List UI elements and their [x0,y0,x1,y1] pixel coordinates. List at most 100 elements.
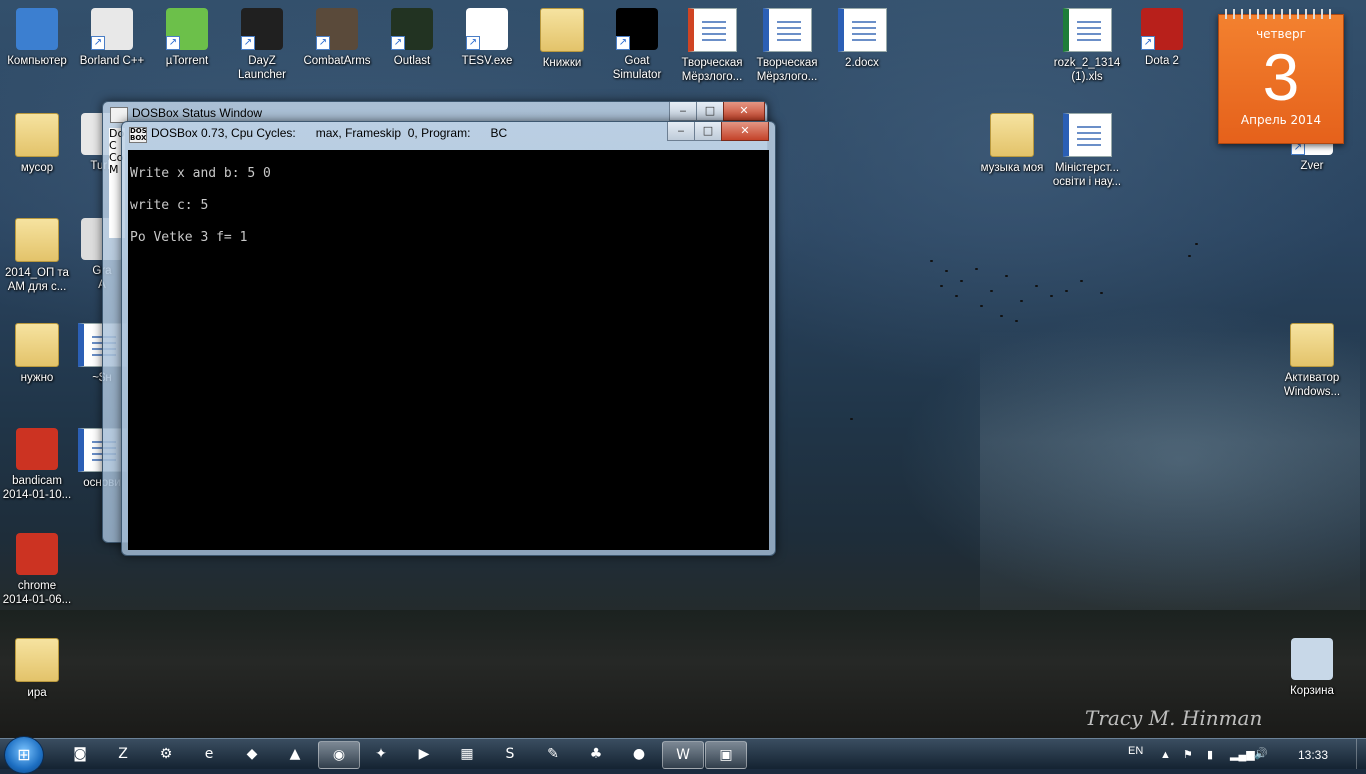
tb-avast-icon[interactable]: ▲ [275,741,315,767]
minimize-button[interactable]: ‒ [667,122,695,141]
taskbar: ⊞ ◙ Z ⚙ e ◆ ▲ ◉ ✦ ▶ ▦ S ✎ ♣ ● W ▣ EN ▲ ⚑ ▮ ▂▄▆ 🔊 13:33 [0,736,1366,774]
desktop-icon[interactable]: ↗ Borland C++ [75,8,149,68]
tb-game-icon[interactable]: ♣ [576,741,616,767]
word-doc-icon [837,8,887,52]
tb-filezilla-icon[interactable]: Z [103,741,143,767]
tb-steam-icon[interactable]: ⚙ [146,741,186,767]
dos-console[interactable]: Write x and b: 5 0 write c: 5 Po Vetke 3… [128,150,769,550]
desktop-icon[interactable]: ↗ TESV.exe [450,8,524,68]
console-line: Write x and b: 5 0 [130,166,271,181]
desktop-icon[interactable]: bandicam 2014-01-10... [0,428,74,502]
desktop-icon[interactable]: Корзина [1275,638,1349,698]
bird-silhouette [990,290,993,292]
desktop-icon-label: Творческая Мёрзлого... [756,57,818,83]
desktop-icon[interactable]: ↗ DayZ Launcher [225,8,299,82]
tb-tool-icon[interactable]: ✎ [533,741,573,767]
volume-icon[interactable]: 🔊 [1254,747,1268,760]
dosbox-icon: DOS BOX [129,127,147,143]
desktop-icon-label: CombatArms [303,55,371,67]
close-button[interactable]: ✕ [723,102,765,121]
safely-remove-icon[interactable]: ▮ [1207,748,1213,761]
bird-silhouette [1080,280,1083,282]
desktop-icon[interactable]: Міністерст... освіти і нау... [1050,113,1124,189]
desktop[interactable]: Tracy M. Hinman Компьютер ↗ Borland C++ ↗ µT… [0,0,1366,768]
video-icon [16,533,58,575]
bird-silhouette [930,260,933,262]
desktop-icon-label: bandicam 2014-01-10... [2,475,72,501]
action-center-icon[interactable]: ⚑ [1183,748,1193,761]
desktop-icon[interactable]: Творческая Мёрзлого... [750,8,824,84]
bird-silhouette [955,295,958,297]
bird-silhouette [1065,290,1068,292]
desktop-icon[interactable]: 2.docx [825,8,899,70]
tray-arrow-icon[interactable]: ▲ [1160,749,1171,761]
tb-app-icon[interactable]: ✦ [361,741,401,767]
desktop-icon[interactable]: мусор [0,113,74,175]
music-folder-icon [990,113,1034,157]
bird-silhouette [1188,255,1191,257]
desktop-icon[interactable]: Активатор Windows... [1275,323,1349,399]
tb-camera-icon[interactable]: ◙ [60,741,100,767]
desktop-icon-label: Borland C++ [79,55,145,67]
desktop-icon-label: музыка моя [980,162,1044,174]
calendar-gadget[interactable]: четверг 3 Апрель 2014 [1218,9,1344,144]
bird-silhouette [1035,285,1038,287]
desktop-icon-label: 2.docx [845,57,879,69]
desktop-icon-label: TESV.exe [461,55,513,67]
tb-record-icon[interactable]: ● [619,741,659,767]
tb-paint-icon[interactable]: ▦ [447,741,487,767]
start-button[interactable]: ⊞ [4,736,44,774]
tb-media-icon[interactable]: ▶ [404,741,444,767]
desktop-icon[interactable]: chrome 2014-01-06... [0,533,74,607]
desktop-icon[interactable]: ↗ CombatArms [300,8,374,68]
minimize-button[interactable]: ‒ [669,102,697,121]
desktop-icon-label: µTorrent [165,55,209,67]
shortcut-arrow-icon: ↗ [166,36,180,50]
tb-wot-icon[interactable]: ◆ [232,741,272,767]
desktop-icon[interactable]: ↗ Dota 2 [1125,8,1199,68]
utorrent-icon: ↗ [166,8,208,50]
show-desktop-button[interactable] [1356,739,1366,769]
desktop-icon-label: Zver [1300,160,1324,172]
shortcut-arrow-icon: ↗ [466,36,480,50]
desktop-icon[interactable]: Компьютер [0,8,74,68]
tb-skype-icon[interactable]: S [490,741,530,767]
desktop-icon[interactable]: ира [0,638,74,700]
desktop-icon[interactable]: музыка моя [975,113,1049,175]
console-line: Po Vetke 3 f= 1 [130,230,248,245]
desktop-icon[interactable]: ↗ µTorrent [150,8,224,68]
desktop-icon[interactable]: ↗ Outlast [375,8,449,68]
bird-silhouette [980,305,983,307]
desktop-icon[interactable]: Книжки [525,8,599,70]
bird-silhouette [1020,300,1023,302]
tb-dosbox-icon[interactable]: ▣ [705,741,747,769]
language-indicator[interactable]: EN [1128,745,1143,757]
clock[interactable]: 13:33 [1298,748,1328,762]
bird-silhouette [1005,275,1008,277]
dosbox-titlebar[interactable]: DOS BOX DOSBox 0.73, Cpu Cycles: max, Fra… [122,122,775,146]
tb-word-icon[interactable]: W [662,741,704,769]
excel-doc-icon [1062,8,1112,52]
tb-ie-icon[interactable]: e [189,741,229,767]
folder-icon [1290,323,1334,367]
network-icon[interactable]: ▂▄▆ [1230,748,1255,761]
desktop-icon[interactable]: ↗ Goat Simulator [600,8,674,82]
tb-chrome-icon[interactable]: ◉ [318,741,360,769]
maximize-button[interactable]: □ [696,102,724,121]
maximize-button[interactable]: □ [694,122,722,141]
desktop-icon[interactable]: 2014_ОП та AM для с... [0,218,74,294]
word-doc-icon [1062,113,1112,157]
shortcut-arrow-icon: ↗ [1141,36,1155,50]
desktop-icon[interactable]: Творческая Мёрзлого... [675,8,749,84]
desktop-icon[interactable]: rozk_2_1314 (1).xls [1050,8,1124,84]
dota2-icon: ↗ [1141,8,1183,50]
bird-silhouette [1195,243,1198,245]
goat-icon: ↗ [616,8,658,50]
desktop-icon[interactable]: нужно [0,323,74,385]
close-button[interactable]: ✕ [721,122,769,141]
desktop-icon-label: Активатор Windows... [1283,372,1341,398]
bird-silhouette [850,418,853,420]
borland-icon: ↗ [91,8,133,50]
desktop-icon-label: Міністерст... освіти і нау... [1052,162,1122,188]
dosbox-window[interactable]: DOS BOX DOSBox 0.73, Cpu Cycles: max, Fra… [121,121,776,556]
